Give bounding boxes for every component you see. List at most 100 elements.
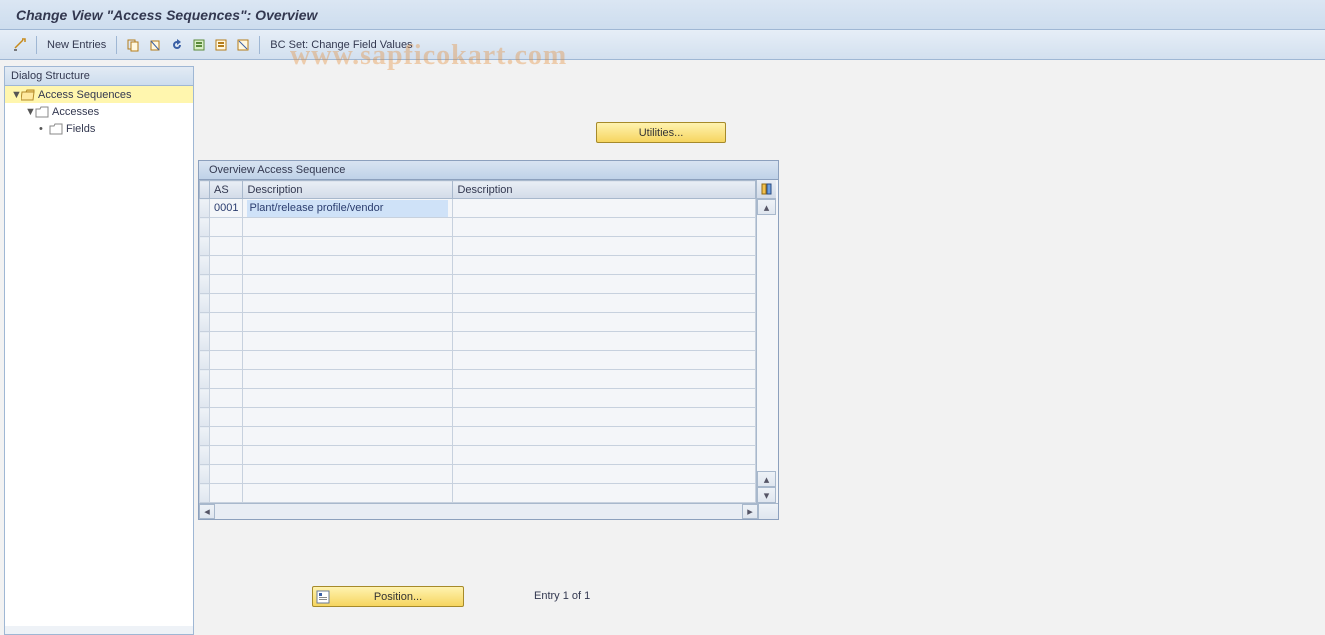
cell-as[interactable] [210,427,243,446]
cell-as[interactable] [210,294,243,313]
table-row[interactable] [200,389,756,408]
table-row[interactable] [200,275,756,294]
cell-as[interactable] [210,389,243,408]
table-row[interactable] [200,218,756,237]
cell-description2[interactable] [453,465,756,484]
row-selector[interactable] [200,294,210,313]
row-selector[interactable] [200,370,210,389]
row-selector[interactable] [200,389,210,408]
cell-description1[interactable] [243,427,453,446]
cell-as[interactable] [210,465,243,484]
column-header-description1[interactable]: Description [243,181,453,199]
scroll-left-icon[interactable]: ◂ [199,504,215,519]
scroll-right-icon[interactable]: ▸ [742,504,758,519]
cell-as[interactable] [210,237,243,256]
cell-as[interactable] [210,370,243,389]
horizontal-scrollbar[interactable] [215,504,742,519]
expander-icon[interactable]: ▼ [11,89,21,101]
cell-description1[interactable] [243,313,453,332]
cell-description2[interactable] [453,218,756,237]
copy-icon[interactable] [125,37,141,53]
configure-columns-icon[interactable] [757,180,776,199]
cell-description2[interactable] [453,199,756,218]
row-selector-header[interactable] [200,181,210,199]
description-input[interactable] [247,200,448,217]
cell-as[interactable] [210,408,243,427]
cell-description2[interactable] [453,256,756,275]
cell-description2[interactable] [453,237,756,256]
utilities-button[interactable]: Utilities... [596,122,726,143]
new-entries-button[interactable]: New Entries [47,39,106,51]
cell-description2[interactable] [453,275,756,294]
tree-node-fields[interactable]: • Fields [5,120,193,137]
expander-icon[interactable]: ▼ [25,106,35,118]
row-selector[interactable] [200,351,210,370]
row-selector[interactable] [200,218,210,237]
row-selector[interactable] [200,332,210,351]
table-row[interactable] [200,256,756,275]
column-header-as[interactable]: AS [210,181,243,199]
table-row[interactable] [200,465,756,484]
scroll-down-icon[interactable]: ▾ [757,487,776,503]
cell-description2[interactable] [453,332,756,351]
cell-as[interactable] [210,351,243,370]
cell-description1[interactable] [243,256,453,275]
cell-description1[interactable] [243,484,453,503]
cell-as[interactable] [210,484,243,503]
row-selector[interactable] [200,427,210,446]
cell-description2[interactable] [453,484,756,503]
cell-description1[interactable] [243,199,453,218]
scroll-up-icon[interactable]: ▴ [757,199,776,215]
cell-as[interactable]: 0001 [210,199,243,218]
table-row[interactable] [200,351,756,370]
cell-description1[interactable] [243,294,453,313]
row-selector[interactable] [200,484,210,503]
vertical-scrollbar[interactable] [757,215,776,471]
cell-description2[interactable] [453,294,756,313]
table-row[interactable] [200,294,756,313]
cell-description1[interactable] [243,465,453,484]
cell-as[interactable] [210,256,243,275]
other-view-icon[interactable] [12,37,28,53]
cell-description1[interactable] [243,351,453,370]
cell-as[interactable] [210,313,243,332]
select-all-icon[interactable] [191,37,207,53]
cell-description2[interactable] [453,446,756,465]
cell-as[interactable] [210,446,243,465]
position-button[interactable]: Position... [312,586,464,607]
cell-as[interactable] [210,218,243,237]
table-row[interactable] [200,370,756,389]
table-row[interactable] [200,408,756,427]
tree-node-accesses[interactable]: ▼ Accesses [5,103,193,120]
row-selector[interactable] [200,275,210,294]
delete-icon[interactable] [147,37,163,53]
row-selector[interactable] [200,465,210,484]
select-block-icon[interactable] [213,37,229,53]
column-header-description2[interactable]: Description [453,181,756,199]
cell-description1[interactable] [243,332,453,351]
cell-description1[interactable] [243,237,453,256]
table-row[interactable]: 0001 [200,199,756,218]
table-row[interactable] [200,427,756,446]
scroll-up-end-icon[interactable]: ▴ [757,471,776,487]
row-selector[interactable] [200,199,210,218]
cell-description1[interactable] [243,389,453,408]
table-row[interactable] [200,332,756,351]
undo-icon[interactable] [169,37,185,53]
cell-description2[interactable] [453,408,756,427]
row-selector[interactable] [200,237,210,256]
row-selector[interactable] [200,256,210,275]
row-selector[interactable] [200,313,210,332]
cell-description2[interactable] [453,313,756,332]
cell-description2[interactable] [453,389,756,408]
row-selector[interactable] [200,446,210,465]
cell-description2[interactable] [453,427,756,446]
cell-description1[interactable] [243,218,453,237]
cell-description1[interactable] [243,408,453,427]
cell-description2[interactable] [453,370,756,389]
cell-description1[interactable] [243,446,453,465]
cell-description1[interactable] [243,275,453,294]
cell-description2[interactable] [453,351,756,370]
table-row[interactable] [200,446,756,465]
table-row[interactable] [200,313,756,332]
